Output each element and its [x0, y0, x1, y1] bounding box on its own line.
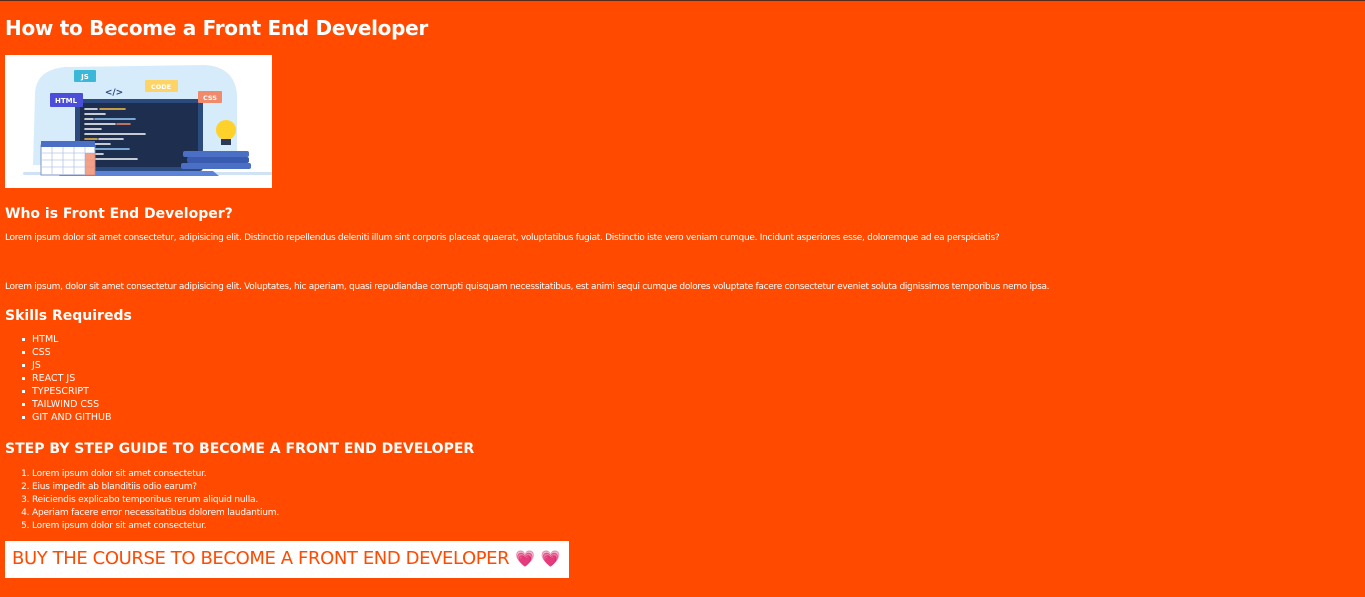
intro-paragraph-2: Lorem ipsum, dolor sit amet consectetur … — [5, 282, 1050, 292]
intro-paragraph-1: Lorem ipsum dolor sit amet consectetur, … — [5, 233, 1000, 243]
buy-course-label: BUY THE COURSE TO BECOME A FRONT END DEV… — [12, 548, 510, 569]
list-item: Lorem ipsum dolor sit amet consectetur. — [32, 468, 1360, 481]
heart-icon: 💗 — [540, 549, 561, 568]
tag-css: CSS — [203, 94, 217, 102]
section-heading-guide: STEP BY STEP GUIDE TO BECOME A FRONT END… — [5, 441, 475, 457]
hero-image: JS </> CODE HTML CSS — [5, 55, 272, 188]
list-item: TAILWIND CSS — [22, 398, 1360, 411]
list-item: Aperiam facere error necessitatibus dolo… — [32, 507, 1360, 520]
skills-list: HTML CSS JS REACT JS TYPESCRIPT TAILWIND… — [5, 333, 1360, 424]
heart-icon: 💗 — [515, 549, 535, 568]
page: How to Become a Front End Developer JS <… — [0, 15, 1365, 578]
laptop-code-illustration: JS </> CODE HTML CSS — [23, 65, 272, 176]
section-heading-skills: Skills Requireds — [5, 308, 132, 324]
tag-code: CODE — [151, 83, 171, 91]
tag-html: HTML — [55, 97, 78, 105]
list-item: JS — [22, 359, 1360, 372]
list-item: Lorem ipsum dolor sit amet consectetur. — [32, 520, 1360, 533]
steps-list: Lorem ipsum dolor sit amet consectetur. … — [5, 468, 1360, 533]
tag-code-symbol: </> — [105, 88, 123, 98]
tag-js: JS — [80, 73, 89, 81]
buy-course-button[interactable]: BUY THE COURSE TO BECOME A FRONT END DEV… — [5, 541, 570, 578]
list-item: REACT JS — [22, 372, 1360, 385]
list-item: Eius impedit ab blanditiis odio earum? — [32, 481, 1360, 494]
list-item: HTML — [22, 333, 1360, 346]
section-heading-who: Who is Front End Developer? — [5, 206, 233, 222]
list-item: TYPESCRIPT — [22, 385, 1360, 398]
list-item: CSS — [22, 346, 1360, 359]
page-title: How to Become a Front End Developer — [5, 16, 428, 40]
list-item: Reiciendis explicabo temporibus rerum al… — [32, 494, 1360, 507]
list-item: GIT AND GITHUB — [22, 411, 1360, 424]
